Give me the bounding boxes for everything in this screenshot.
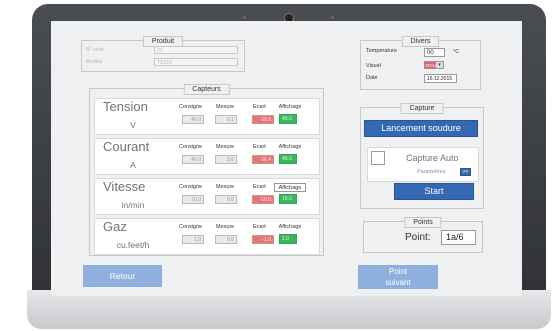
parametres-label: Paramètres <box>417 169 446 175</box>
ecart-header: Ecart <box>253 144 266 150</box>
temperature-unit: °C <box>453 49 460 55</box>
retour-label: Retour <box>109 271 136 281</box>
points-title: Points <box>404 217 442 228</box>
sensor-name: Gaz <box>103 219 127 234</box>
capteurs-title: Capteurs <box>183 84 230 95</box>
affichage-header[interactable]: Affichage <box>274 103 306 112</box>
capture-auto-label: Capture Auto <box>406 153 459 163</box>
chevron-down-icon: ▾ <box>436 62 443 68</box>
capture-auto-checkbox[interactable] <box>371 151 385 165</box>
ecart-header: Ecart <box>253 224 266 230</box>
mesure-header: Mesure <box>216 104 235 110</box>
serie-label: N° série <box>86 47 104 53</box>
ecart-value: -10.0 <box>252 195 274 204</box>
ecart-value: -39.9 <box>252 115 274 124</box>
consigne-value[interactable]: 1.0 <box>182 235 204 244</box>
date-field[interactable]: 16.12.2015 <box>424 74 457 83</box>
point-suivant-button[interactable]: Point suivant <box>358 265 438 289</box>
capture-title: Capture <box>400 103 444 114</box>
mesure-value: 3.6 <box>215 155 237 164</box>
affichage-value: 10.0 <box>279 194 297 204</box>
sensor-name: Courant <box>103 139 150 154</box>
visuel-label: Visuel <box>366 63 381 69</box>
point-suivant-label-2: suivant <box>385 278 411 287</box>
modele-field[interactable]: TS210 <box>154 58 238 66</box>
sensor-unit: A <box>130 160 136 170</box>
sensor-card: Vitesse in/min Consigne Mesure Ecart 10.0 0.0 -… <box>94 178 320 215</box>
sensor-name: Tension <box>103 99 148 114</box>
mesure-header: Mesure <box>216 184 235 190</box>
bezel-dot-left <box>243 16 246 19</box>
consigne-header: Consigne <box>179 224 203 230</box>
mesure-value: 0.0 <box>215 195 237 204</box>
consigne-value[interactable]: 40.0 <box>182 115 204 124</box>
visuel-select[interactable]: ROUGE ▾ <box>424 61 444 69</box>
produit-group: Produit N° série 21 Modèle TS210 <box>81 36 245 72</box>
consigne-value[interactable]: 40.0 <box>182 155 204 164</box>
divers-group: Divers Temperature 00 °C Visuel ROUGE ▾ … <box>360 36 481 90</box>
affichage-header[interactable]: Affichage <box>274 143 306 152</box>
sensor-unit: cu.feet/h <box>116 240 150 250</box>
affichage-value: 1.0 <box>279 234 297 244</box>
mesure-header: Mesure <box>216 144 235 150</box>
sensor-name: Vitesse <box>103 179 146 194</box>
mesure-value: 0.0 <box>215 235 237 244</box>
point-field[interactable]: 1a/6 <box>441 230 476 245</box>
consigne-header: Consigne <box>179 144 203 150</box>
mesure-value: 0.1 <box>215 115 237 124</box>
points-group: Points Point: 1a/6 <box>363 217 483 253</box>
consigne-header: Consigne <box>179 104 203 110</box>
app-screen: Produit N° série 21 Modèle TS210 Capteur… <box>51 21 522 296</box>
parametres-button[interactable]: >> <box>460 168 471 176</box>
sensor-unit: V <box>130 120 136 130</box>
mesure-header: Mesure <box>216 224 235 230</box>
divers-title: Divers <box>401 36 440 47</box>
affichage-value: 40.0 <box>279 114 297 124</box>
sensor-card: Courant A Consigne Mesure Ecart 40.0 3.6 -36.4 A… <box>94 138 320 175</box>
affichage-header[interactable]: Affichage <box>274 223 306 232</box>
modele-label: Modèle <box>86 59 103 65</box>
bezel-dot-right <box>331 16 334 19</box>
retour-button[interactable]: Retour <box>83 265 162 287</box>
sensor-card: Tension V Consigne Mesure Ecart 40.0 0.1 -39.9 A… <box>94 98 320 135</box>
temperature-label: Temperature <box>366 48 397 54</box>
sensor-card: Gaz cu.feet/h Consigne Mesure Ecart 1.0 0.0 -1.… <box>94 218 320 255</box>
capture-auto-panel: Capture Auto Paramètres >> <box>367 147 479 182</box>
sensor-unit: in/min <box>121 200 145 210</box>
consigne-header: Consigne <box>179 184 203 190</box>
ecart-value: -36.4 <box>252 155 274 164</box>
consigne-value[interactable]: 10.0 <box>182 195 204 204</box>
affichage-value: 40.0 <box>279 154 297 164</box>
lancement-soudure-button[interactable]: Lancement soudure <box>364 120 478 137</box>
point-suivant-label-1: Point <box>388 267 408 276</box>
affichage-header[interactable]: Affichage <box>274 183 306 192</box>
ecart-value: -1.0 <box>252 235 274 244</box>
start-button[interactable]: Start <box>394 183 474 200</box>
temperature-field[interactable]: 00 <box>424 48 445 57</box>
serie-field[interactable]: 21 <box>154 46 238 54</box>
ecart-header: Ecart <box>253 184 266 190</box>
point-label: Point: <box>405 232 431 243</box>
date-label: Date <box>366 75 378 81</box>
ecart-header: Ecart <box>253 104 266 110</box>
